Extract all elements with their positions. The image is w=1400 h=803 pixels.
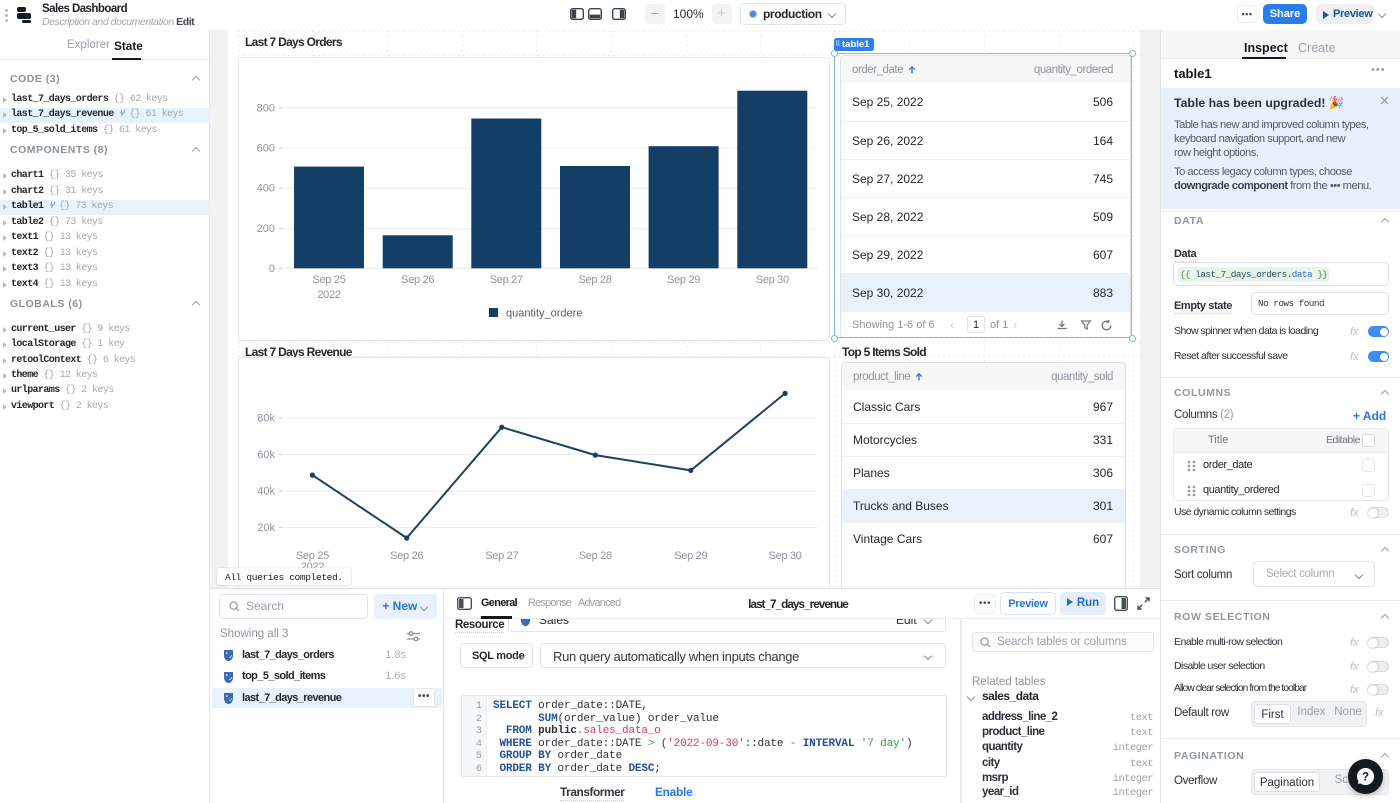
svg-text:60k: 60k (257, 449, 275, 461)
svg-text:Sep 27: Sep 27 (490, 274, 523, 286)
svg-text:Sep 30: Sep 30 (756, 274, 789, 286)
svg-text:quantity_ordere: quantity_ordere (506, 308, 582, 320)
svg-text:600: 600 (257, 143, 275, 155)
svg-text:20k: 20k (257, 522, 275, 534)
svg-text:?: ? (1362, 772, 1369, 784)
svg-text:Sep 26: Sep 26 (401, 274, 434, 286)
svg-text:40k: 40k (257, 486, 275, 498)
svg-text:Sep 26: Sep 26 (390, 550, 423, 562)
svg-text:400: 400 (257, 183, 275, 195)
svg-text:Sep 29: Sep 29 (674, 550, 707, 562)
svg-text:0: 0 (269, 263, 275, 275)
svg-text:Sep 28: Sep 28 (578, 274, 611, 286)
svg-text:800: 800 (257, 102, 275, 114)
svg-text:Sep 28: Sep 28 (579, 550, 612, 562)
svg-text:Sep 27: Sep 27 (485, 550, 518, 562)
svg-text:2022: 2022 (317, 289, 340, 301)
svg-text:200: 200 (257, 223, 275, 235)
svg-text:80k: 80k (257, 413, 275, 425)
svg-text:Sep 29: Sep 29 (667, 274, 700, 286)
svg-text:Sep 25: Sep 25 (312, 274, 345, 286)
svg-text:Sep 30: Sep 30 (769, 550, 802, 562)
